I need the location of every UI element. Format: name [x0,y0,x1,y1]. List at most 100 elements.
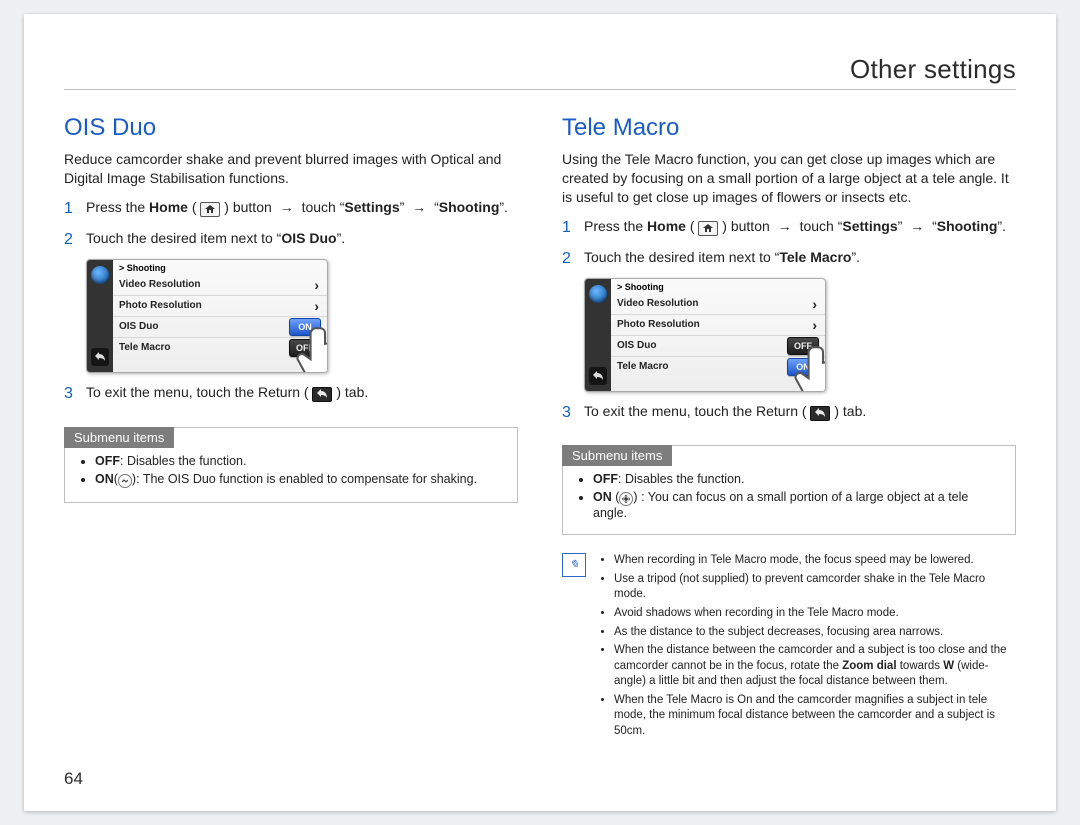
arrow-icon: → [412,198,426,217]
tele-step-3: 3 To exit the menu, touch the Return ( )… [562,402,1016,424]
chevron-right-icon: › [812,317,817,333]
w-word: W [943,660,954,672]
page-number: 64 [64,769,83,789]
breadcrumb: > Shooting [617,282,819,292]
step-text: Touch the desired item next to “OIS Duo”… [86,229,518,251]
submenu-list: OFF: Disables the function. ON () : You … [575,472,1003,520]
close-paren: ) [224,199,229,215]
menu-item: Video Resolution › [113,275,327,295]
paren: ) [722,218,727,234]
txt: To exit the menu, touch the Return ( [584,403,807,419]
txt: : Disables the function. [120,454,246,468]
txt: ) [633,490,637,504]
tele-notes: ✎ When recording in Tele Macro mode, the… [562,553,1016,742]
step-text: Press the Home ( ) button → touch “Setti… [584,217,1016,239]
txt: button [233,199,276,215]
section-header-title: Other settings [64,54,1016,89]
device-shot: > Shooting Video Resolution › Photo Reso… [584,278,826,392]
item-label: Video Resolution [119,279,314,290]
step-text: Press the Home ( ) button → touch “Setti… [86,198,518,220]
item-label: Photo Resolution [119,300,314,311]
txt: ” [400,199,405,215]
item: Tele Macro [779,249,851,265]
settings-word: Settings [842,218,897,234]
step-number: 1 [562,217,574,239]
gear-icon [91,266,109,284]
tele-submenu-box: Submenu items OFF: Disables the function… [562,445,1016,535]
txt: ”. [337,230,346,246]
submenu-tag: Submenu items [64,427,174,448]
txt: Press the [86,199,149,215]
txt: : The OIS Duo function is enabled to com… [136,472,477,486]
on-label: ON [95,472,114,486]
ois-blurb: Reduce camcorder shake and prevent blurr… [64,150,518,188]
txt: ”. [499,199,508,215]
page-content: Other settings OIS Duo Reduce camcorder … [64,54,1016,771]
item-label: OIS Duo [617,340,787,351]
list-item: As the distance to the subject decreases… [614,625,1016,641]
txt: : Disables the function. [618,472,744,486]
submenu-list: OFF: Disables the function. ON(): The OI… [77,454,505,488]
device-shot: > Shooting Video Resolution › Photo Reso… [86,259,328,373]
shooting-word: Shooting [937,218,998,234]
home-icon [200,202,220,217]
ois-step-2: 2 Touch the desired item next to “OIS Du… [64,229,518,251]
ois-screenshot: > Shooting Video Resolution › Photo Reso… [86,259,518,373]
home-icon [698,221,718,236]
note-list: When recording in Tele Macro mode, the f… [596,553,1016,742]
step-number: 3 [562,402,574,424]
txt: touch [302,199,340,215]
home-icon-paren: ( [192,199,197,215]
arrow-icon: → [280,198,294,217]
txt: button [731,218,774,234]
step-text: Touch the desired item next to “Tele Mac… [584,248,1016,270]
step-number: 3 [64,383,76,405]
step-number: 1 [64,198,76,220]
settings-word: Settings [344,199,399,215]
gear-icon [589,285,607,303]
column-tele: Tele Macro Using the Tele Macro function… [562,114,1016,742]
list-item: When the distance between the camcorder … [614,643,1016,690]
item-label: Tele Macro [119,342,289,353]
return-icon [91,348,109,366]
txt: Touch the desired item next to [584,249,775,265]
zoom-dial-word: Zoom dial [842,660,896,672]
off-label: OFF [95,454,120,468]
step-text: To exit the menu, touch the Return ( ) t… [86,383,518,405]
return-icon [312,387,332,402]
step-number: 2 [64,229,76,251]
tele-blurb: Using the Tele Macro function, you can g… [562,150,1016,207]
shot-sidebar [585,279,611,391]
hand-icon [293,320,328,373]
menu-item: Photo Resolution › [611,314,825,335]
shooting-word: Shooting [439,199,500,215]
flower-icon [619,492,633,506]
tele-screenshot: > Shooting Video Resolution › Photo Reso… [584,278,1016,392]
submenu-tag: Submenu items [562,445,672,466]
list-item: OFF: Disables the function. [593,472,1003,486]
tele-step-1: 1 Press the Home ( ) button → touch “Set… [562,217,1016,239]
menu-item: Video Resolution › [611,294,825,314]
breadcrumb: > Shooting [119,263,321,273]
chevron-right-icon: › [314,277,319,293]
list-item: OFF: Disables the function. [95,454,505,468]
txt: : You can focus on a small portion of a … [593,490,968,520]
chevron-right-icon: › [314,298,319,314]
on-label: ON [593,490,612,504]
txt: ) tab. [834,403,866,419]
menu-item: Photo Resolution › [113,295,327,316]
item-label: Tele Macro [617,361,787,372]
txt: touch [800,218,838,234]
ois-mode-icon [118,474,132,488]
ois-step-3: 3 To exit the menu, touch the Return ( )… [64,383,518,405]
list-item: Use a tripod (not supplied) to prevent c… [614,572,1016,603]
arrow-icon: → [778,217,792,236]
off-label: OFF [593,472,618,486]
txt: towards [897,660,944,672]
chevron-right-icon: › [812,296,817,312]
tele-step-2: 2 Touch the desired item next to “Tele M… [562,248,1016,270]
shot-sidebar [87,260,113,372]
column-ois: OIS Duo Reduce camcorder shake and preve… [64,114,518,742]
step-number: 2 [562,248,574,270]
txt: ”. [851,249,860,265]
